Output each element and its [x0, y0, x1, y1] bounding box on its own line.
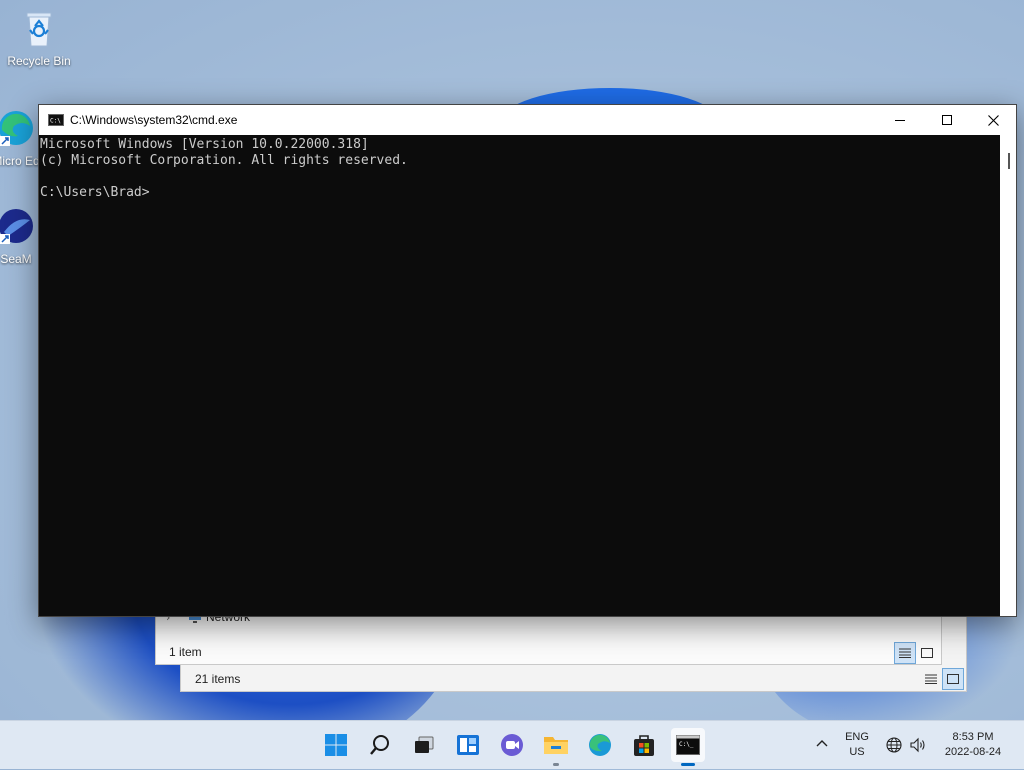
console-line: (c) Microsoft Corporation. All rights re…	[40, 153, 408, 168]
clock-date: 2022-08-24	[944, 746, 1002, 758]
clock[interactable]: 8:53 PM 2022-08-24	[938, 730, 1008, 760]
maximize-icon	[942, 115, 952, 125]
cmd-app-icon: C:\	[48, 114, 64, 126]
open-indicator	[553, 763, 559, 766]
terminal-button[interactable]: C:\_	[671, 728, 705, 766]
start-icon	[325, 734, 347, 756]
network-status-button[interactable]	[886, 737, 902, 757]
desktop-icon-recycle-bin[interactable]: Recycle Bin	[1, 8, 77, 68]
seamonkey-icon	[0, 209, 33, 244]
file-explorer-button[interactable]	[539, 728, 573, 766]
edge-icon	[589, 734, 611, 756]
search-button[interactable]	[363, 728, 397, 762]
widgets-icon	[457, 735, 479, 755]
start-button[interactable]	[319, 728, 353, 762]
input-language-indicator[interactable]: ENG US	[842, 730, 872, 760]
desktop-icon-label: Recycle Bin	[7, 54, 71, 68]
active-indicator	[681, 763, 695, 766]
chevron-up-icon	[816, 740, 828, 747]
tiles-view-icon	[921, 648, 933, 658]
tiles-view-button[interactable]	[916, 642, 938, 664]
console-line: ​	[40, 169, 999, 185]
globe-icon	[886, 737, 902, 753]
taskbar: C:\_ ENG US 8:53 PM 2022-08-24	[0, 720, 1024, 769]
details-view-icon	[899, 648, 911, 658]
recycle-bin-icon	[26, 12, 52, 47]
status-item-count: 21 items	[195, 672, 241, 686]
volume-button[interactable]	[909, 737, 927, 757]
svg-text:C:\_: C:\_	[679, 741, 694, 748]
tiles-view-icon	[947, 674, 959, 684]
file-explorer-icon	[544, 737, 568, 754]
language-code: ENG	[845, 731, 869, 743]
store-button[interactable]	[627, 728, 661, 762]
store-icon	[634, 735, 654, 756]
close-icon	[987, 114, 999, 126]
console-line: Microsoft Windows [Version 10.0.22000.31…	[40, 137, 369, 152]
minimize-icon	[895, 120, 905, 121]
clock-time: 8:53 PM	[952, 731, 994, 743]
terminal-icon: C:\_	[676, 735, 700, 755]
edge-button[interactable]	[583, 728, 617, 762]
details-view-icon	[925, 674, 937, 684]
console-prompt: C:\Users\Brad>	[40, 185, 150, 200]
search-icon	[370, 735, 389, 755]
scrollbar-thumb[interactable]	[1008, 153, 1010, 169]
close-button[interactable]	[970, 105, 1016, 135]
console-output[interactable]: Microsoft Windows [Version 10.0.22000.31…	[39, 135, 1000, 616]
task-view-button[interactable]	[407, 728, 441, 762]
cmd-window[interactable]: C:\ C:\Windows\system32\cmd.exe Microsof…	[38, 104, 1017, 617]
minimize-button[interactable]	[877, 105, 923, 135]
maximize-button[interactable]	[924, 105, 970, 135]
speaker-icon	[910, 737, 925, 753]
widgets-button[interactable]	[451, 728, 485, 762]
vertical-scrollbar[interactable]	[1000, 135, 1016, 616]
details-view-button[interactable]	[894, 642, 916, 664]
task-view-icon	[415, 736, 434, 753]
cmd-titlebar[interactable]: C:\ C:\Windows\system32\cmd.exe	[39, 105, 1016, 135]
chat-icon	[501, 734, 523, 756]
svg-text:C:\: C:\	[50, 118, 61, 125]
show-hidden-icons-button[interactable]	[815, 736, 829, 755]
region-code: US	[849, 746, 865, 758]
edge-icon	[0, 111, 33, 146]
chat-button[interactable]	[495, 728, 529, 762]
details-view-button[interactable]	[920, 668, 942, 690]
tiles-view-button[interactable]	[942, 668, 964, 690]
status-item-count: 1 item	[169, 645, 202, 659]
window-title: C:\Windows\system32\cmd.exe	[70, 113, 238, 127]
